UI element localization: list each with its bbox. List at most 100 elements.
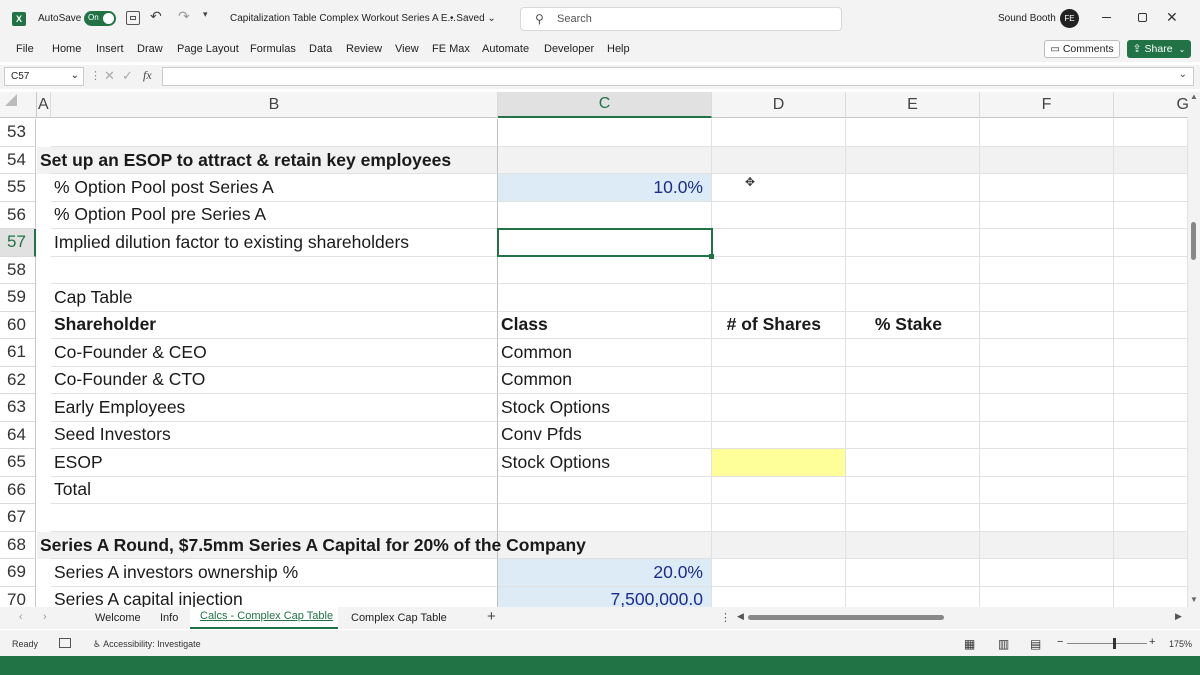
row-header[interactable]: 59 bbox=[0, 284, 36, 312]
row-header[interactable]: 61 bbox=[0, 339, 36, 367]
cell-f55[interactable] bbox=[980, 174, 1114, 202]
tab-page-layout[interactable]: Page Layout bbox=[177, 43, 239, 55]
tab-developer[interactable]: Developer bbox=[544, 43, 594, 55]
scroll-left-icon[interactable]: ◀ bbox=[737, 611, 744, 622]
row-header[interactable]: 67 bbox=[0, 504, 36, 532]
next-sheet-icon[interactable]: › bbox=[43, 611, 47, 623]
restore-icon[interactable] bbox=[1138, 13, 1147, 22]
col-header-e[interactable]: E bbox=[846, 92, 980, 118]
cell-b62[interactable]: Co-Founder & CTO bbox=[51, 366, 498, 394]
cell-f60[interactable] bbox=[980, 311, 1114, 339]
cell-g56[interactable] bbox=[1114, 201, 1188, 229]
tab-file[interactable]: File bbox=[16, 43, 34, 55]
cell-b59[interactable]: Cap Table bbox=[51, 284, 498, 312]
quick-access-dropdown-icon[interactable]: ▾ bbox=[203, 9, 208, 20]
cell-f65[interactable] bbox=[980, 449, 1114, 477]
cell-g69[interactable] bbox=[1114, 559, 1188, 587]
cell-e54[interactable] bbox=[846, 146, 980, 174]
cell-d55[interactable] bbox=[712, 174, 846, 202]
cell-f67[interactable] bbox=[980, 504, 1114, 532]
saved-status[interactable]: • Saved ⌄ bbox=[450, 13, 496, 24]
col-header-d[interactable]: D bbox=[712, 92, 846, 118]
spreadsheet-grid[interactable]: A B C D E F G 53 54 Set up an ESOP to attr… bbox=[0, 92, 1188, 607]
cell-e56[interactable] bbox=[846, 201, 980, 229]
cell-e67[interactable] bbox=[846, 504, 980, 532]
zoom-level[interactable]: 175% bbox=[1169, 639, 1192, 649]
cancel-icon[interactable]: ✕ bbox=[104, 68, 115, 84]
cell-e57[interactable] bbox=[846, 229, 980, 257]
row-header[interactable]: 57 bbox=[0, 229, 36, 257]
row-header[interactable]: 53 bbox=[0, 119, 36, 147]
page-break-view-icon[interactable]: ▤ bbox=[1030, 637, 1041, 651]
cell-e68[interactable] bbox=[846, 531, 980, 559]
cell-d61[interactable] bbox=[712, 339, 846, 367]
search-box[interactable]: ⚲ Search bbox=[520, 7, 842, 31]
cell-d58[interactable] bbox=[712, 256, 846, 284]
cell-c67[interactable] bbox=[498, 504, 712, 532]
cell-f58[interactable] bbox=[980, 256, 1114, 284]
scroll-down-icon[interactable]: ▼ bbox=[1190, 595, 1198, 604]
col-header-g[interactable]: G bbox=[1114, 92, 1188, 118]
cell-c59[interactable] bbox=[498, 284, 712, 312]
cell-e61[interactable] bbox=[846, 339, 980, 367]
cell-c70[interactable]: 7,500,000.0 bbox=[498, 586, 712, 607]
cell-d68[interactable] bbox=[712, 531, 846, 559]
cell-e64[interactable] bbox=[846, 421, 980, 449]
cell-b65[interactable]: ESOP bbox=[51, 449, 498, 477]
save-icon[interactable] bbox=[126, 11, 140, 25]
horizontal-scroll-thumb[interactable] bbox=[748, 615, 944, 620]
cell-f70[interactable] bbox=[980, 586, 1114, 607]
cell-b61[interactable]: Co-Founder & CEO bbox=[51, 339, 498, 367]
scroll-right-icon[interactable]: ▶ bbox=[1175, 611, 1182, 622]
cell-g63[interactable] bbox=[1114, 394, 1188, 422]
fill-handle[interactable] bbox=[709, 253, 714, 259]
redo-icon[interactable]: ↷ bbox=[178, 8, 190, 25]
row-header[interactable]: 70 bbox=[0, 586, 36, 607]
section-heading[interactable]: Set up an ESOP to attract & retain key e… bbox=[37, 147, 637, 175]
cell-g64[interactable] bbox=[1114, 421, 1188, 449]
undo-icon[interactable]: ↶ bbox=[150, 8, 162, 25]
cell-e66[interactable] bbox=[846, 476, 980, 504]
add-sheet-icon[interactable]: + bbox=[487, 608, 496, 625]
cell-b63[interactable]: Early Employees bbox=[51, 394, 498, 422]
cell-d62[interactable] bbox=[712, 366, 846, 394]
accessibility-status[interactable]: ♿ Accessibility: Investigate bbox=[93, 639, 201, 650]
zoom-slider[interactable] bbox=[1067, 643, 1147, 644]
cell-b55[interactable]: % Option Pool post Series A bbox=[51, 174, 498, 202]
cell-e62[interactable] bbox=[846, 366, 980, 394]
scroll-up-icon[interactable]: ▲ bbox=[1190, 92, 1198, 101]
cell-d59[interactable] bbox=[712, 284, 846, 312]
cell-f64[interactable] bbox=[980, 421, 1114, 449]
row-header[interactable]: 64 bbox=[0, 421, 36, 449]
cell-b70[interactable]: Series A capital injection bbox=[51, 586, 498, 607]
sheet-tab-welcome[interactable]: Welcome bbox=[95, 612, 141, 624]
col-header-b[interactable]: B bbox=[51, 92, 498, 118]
cell-f68[interactable] bbox=[980, 531, 1114, 559]
row-header[interactable]: 68 bbox=[0, 531, 36, 559]
row-header[interactable]: 63 bbox=[0, 394, 36, 422]
row-header[interactable]: 55 bbox=[0, 174, 36, 202]
cell-g66[interactable] bbox=[1114, 476, 1188, 504]
row-header[interactable]: 69 bbox=[0, 559, 36, 587]
normal-view-icon[interactable]: ▦ bbox=[964, 637, 975, 651]
name-box[interactable]: C57 ⌄ bbox=[4, 67, 84, 86]
cell-f59[interactable] bbox=[980, 284, 1114, 312]
cell-d54[interactable] bbox=[712, 146, 846, 174]
cell-b67[interactable] bbox=[51, 504, 498, 532]
sheet-tab-info[interactable]: Info bbox=[160, 612, 178, 624]
row-header[interactable]: 54 bbox=[0, 146, 36, 174]
cell-c55[interactable]: 10.0% bbox=[498, 174, 712, 202]
cell-g53[interactable] bbox=[1114, 119, 1188, 147]
cell-g58[interactable] bbox=[1114, 256, 1188, 284]
cell-d65[interactable] bbox=[712, 449, 846, 477]
cell-c66[interactable] bbox=[498, 476, 712, 504]
sheet-tab-calcs[interactable]: Calcs - Complex Cap Table bbox=[190, 607, 338, 629]
cell-b64[interactable]: Seed Investors bbox=[51, 421, 498, 449]
cell-e58[interactable] bbox=[846, 256, 980, 284]
tab-home[interactable]: Home bbox=[52, 43, 81, 55]
cell-f61[interactable] bbox=[980, 339, 1114, 367]
cell-e53[interactable] bbox=[846, 119, 980, 147]
zoom-out-icon[interactable]: − bbox=[1057, 636, 1063, 648]
section-heading[interactable]: Series A Round, $7.5mm Series A Capital … bbox=[37, 532, 637, 560]
cell-c65[interactable]: Stock Options bbox=[498, 449, 712, 477]
